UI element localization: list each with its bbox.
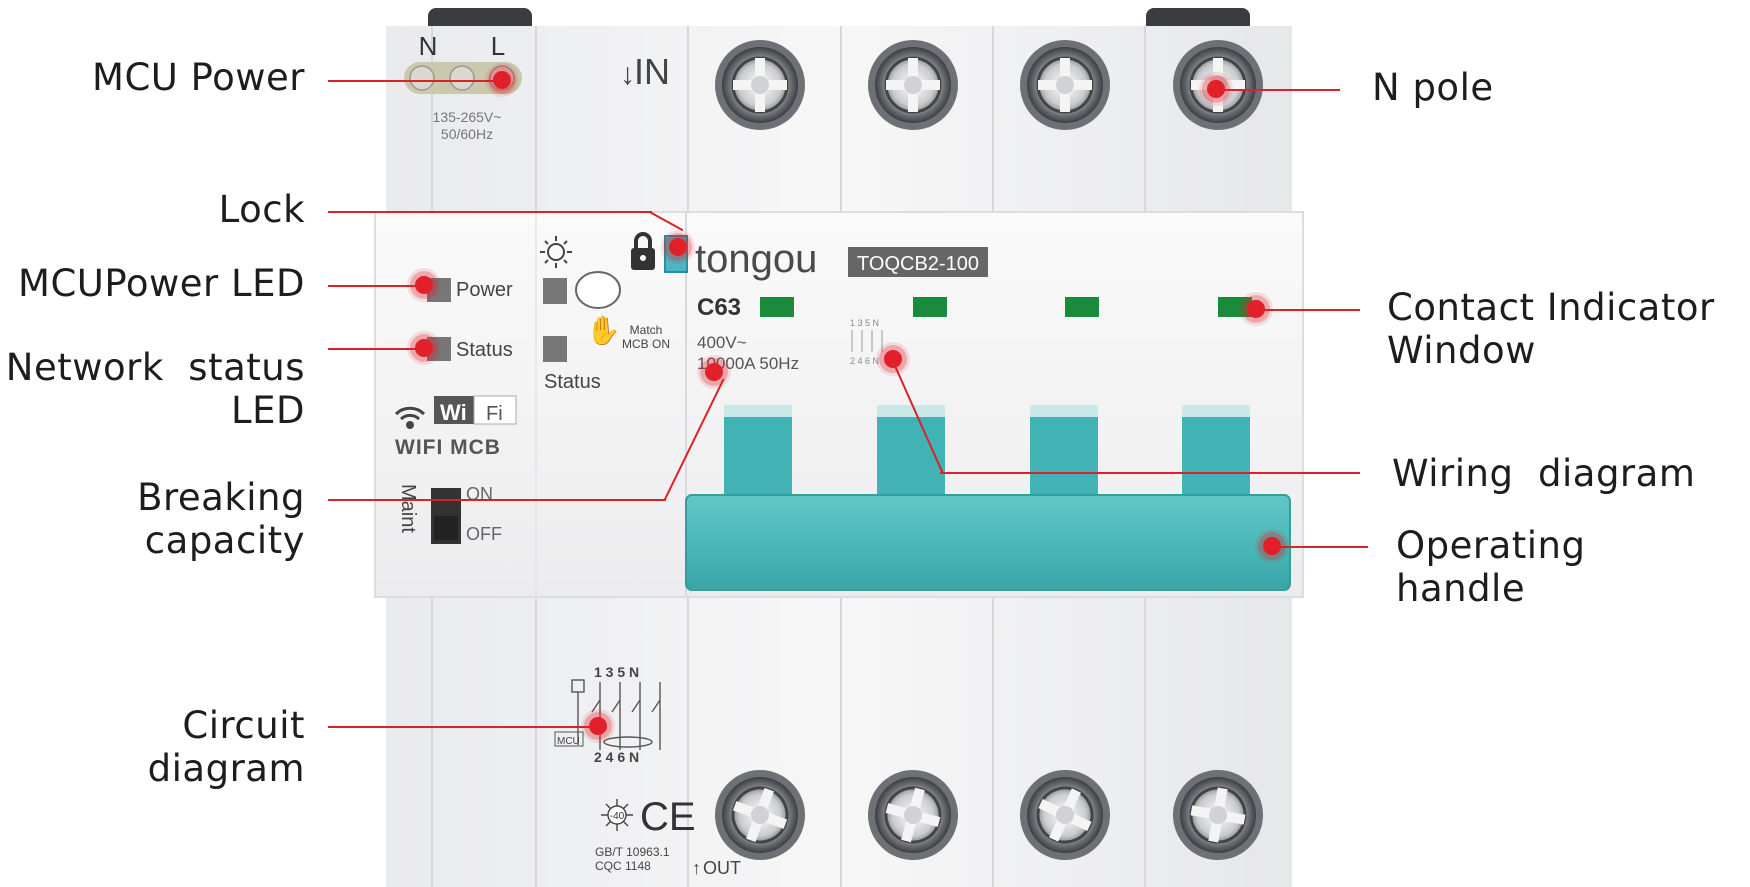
- wifi-badge-b: Fi: [486, 403, 503, 425]
- terminal-n-label: N: [419, 31, 438, 61]
- voltage-range-label: 135-265V~: [433, 109, 502, 125]
- operating-handle-bar[interactable]: [685, 494, 1291, 591]
- hand-icon: ✋: [586, 314, 621, 346]
- callout-wiring-diagram: Wiring diagram: [1392, 452, 1696, 495]
- wiring-top-label: 1 3 5 N: [850, 318, 879, 328]
- marker-wiring: [884, 350, 902, 368]
- callout-circuit-diagram: Circuit diagram: [147, 704, 305, 790]
- out-label: OUT: [703, 858, 741, 878]
- callout-contact-indicator: Contact Indicator Window: [1387, 286, 1715, 372]
- marker-contact: [1247, 300, 1265, 318]
- leader-lock-a: [328, 211, 652, 213]
- brand-label: tongou: [695, 237, 817, 281]
- leader-mcu-power: [328, 80, 504, 82]
- leader-mcu-power-led: [328, 285, 424, 287]
- marker-mcu-power: [493, 71, 511, 89]
- marker-breaking: [705, 363, 723, 381]
- ce-mark: CE: [640, 795, 696, 839]
- wifi-badge-a: Wi: [440, 400, 467, 425]
- status-led-label: Status: [456, 339, 513, 361]
- circuit-top-label: 1 3 5 N: [594, 664, 639, 680]
- model-label: TOQCB2-100: [857, 253, 979, 275]
- temp-mark-label: -40: [610, 811, 625, 822]
- callout-breaking-capacity: Breaking capacity: [137, 476, 305, 562]
- arrow-down-icon: ↓: [620, 58, 635, 91]
- marker-circuit: [589, 717, 607, 735]
- standard-1-label: GB/T 10963.1: [595, 845, 670, 859]
- curve-rating-label: C63: [697, 294, 741, 321]
- maint-label: Maint: [397, 484, 419, 533]
- rated-voltage-label: 400V~: [697, 333, 747, 352]
- arrow-up-icon: ↑: [692, 858, 701, 878]
- indicator-window-3: [1065, 297, 1099, 317]
- match-label-2: MCB ON: [622, 337, 670, 351]
- marker-network-status: [415, 339, 433, 357]
- frequency-label: 50/60Hz: [441, 126, 493, 142]
- leader-contact: [1258, 309, 1360, 311]
- callout-lock: Lock: [218, 188, 305, 231]
- callout-operating-handle: Operating handle: [1396, 524, 1586, 610]
- callout-network-status-led: Network status LED: [5, 346, 305, 432]
- off-label: OFF: [466, 524, 502, 544]
- marker-handle: [1263, 537, 1281, 555]
- callout-mcu-power: MCU Power: [92, 56, 305, 99]
- marker-mcu-power-led: [415, 276, 433, 294]
- circuit-bottom-label: 2 4 6 N: [594, 749, 639, 765]
- leader-wiring-a: [940, 472, 1360, 474]
- in-label: IN: [634, 51, 670, 92]
- indicator-window-2: [913, 297, 947, 317]
- power-led-label: Power: [456, 279, 513, 301]
- standard-2-label: CQC 1148: [595, 859, 651, 873]
- leader-n-pole: [1218, 89, 1340, 91]
- leader-network-status: [328, 348, 424, 350]
- on-label: ON: [466, 484, 493, 504]
- status-button-label: Status: [544, 371, 601, 393]
- mcu-box-label: MCU: [557, 736, 580, 747]
- callout-n-pole: N pole: [1372, 66, 1494, 109]
- diagram-stage: N L 135-265V~ 50/60Hz ↓ IN ↑ OUT Power S…: [0, 0, 1750, 887]
- callout-mcu-power-led: MCUPower LED: [18, 262, 305, 305]
- terminal-l-label: L: [491, 31, 505, 61]
- leader-breaking-a: [328, 499, 666, 501]
- wiring-bottom-label: 2 4 6 N: [850, 356, 879, 366]
- match-label-1: Match: [630, 323, 663, 337]
- marker-n-pole: [1207, 80, 1225, 98]
- indicator-window-1: [760, 297, 794, 317]
- wifi-mcb-label: WIFI MCB: [395, 436, 501, 459]
- marker-lock: [669, 238, 687, 256]
- leader-handle: [1272, 546, 1368, 548]
- leader-circuit: [328, 726, 598, 728]
